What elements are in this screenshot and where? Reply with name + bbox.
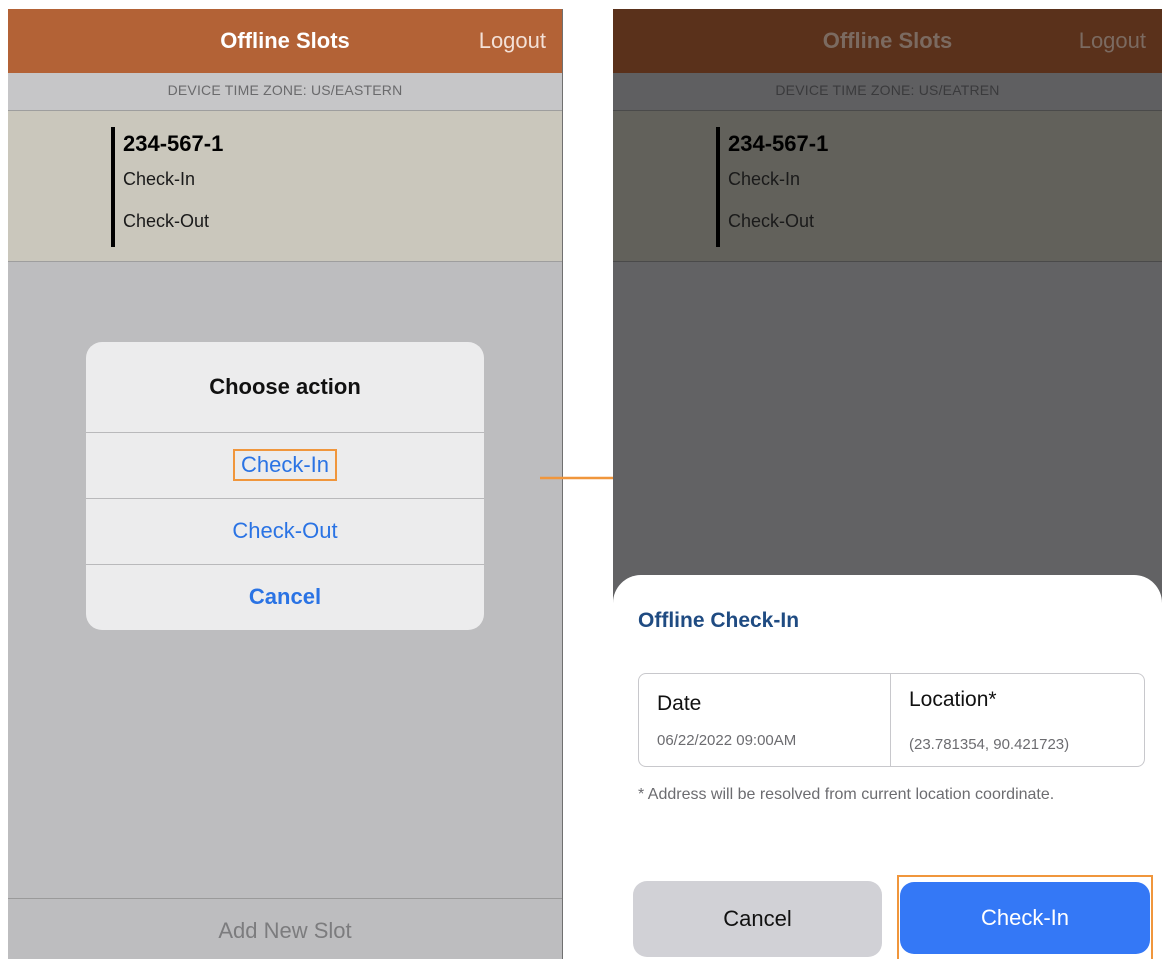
slot-item[interactable]: 234-567-1 Check-In Check-Out (8, 111, 562, 262)
check-in-option[interactable]: Check-In (86, 432, 484, 498)
add-new-slot-button[interactable]: Add New Slot (8, 898, 562, 959)
header: Offline Slots Logout (613, 9, 1162, 73)
sheet-title: Offline Check-In (638, 609, 800, 632)
location-label: Location* (909, 688, 997, 711)
check-in-sheet: Offline Check-In Date 06/22/2022 09:00AM… (613, 575, 1162, 959)
slot-indicator-bar (111, 127, 115, 247)
slot-check-in: Check-In (123, 169, 196, 189)
check-in-button[interactable]: Check-In (900, 882, 1150, 954)
logout-button[interactable]: Logout (1079, 9, 1146, 73)
location-cell: Location* (23.781354, 90.421723) (891, 674, 1144, 766)
check-out-option[interactable]: Check-Out (86, 498, 484, 564)
date-value: 06/22/2022 09:00AM (657, 732, 797, 749)
date-label: Date (657, 692, 702, 715)
cancel-option[interactable]: Cancel (86, 564, 484, 630)
slot-number: 234-567-1 (728, 131, 829, 156)
logout-button[interactable]: Logout (479, 9, 546, 73)
left-screen: Offline Slots Logout DEVICE TIME ZONE: U… (8, 9, 563, 959)
slot-check-out: Check-Out (728, 211, 815, 231)
header: Offline Slots Logout (8, 9, 562, 73)
action-dialog: Choose action Check-In Check-Out Cancel (86, 342, 484, 630)
slot-indicator-bar (716, 127, 720, 247)
date-cell: Date 06/22/2022 09:00AM (639, 674, 891, 766)
slot-item[interactable]: 234-567-1 Check-In Check-Out (613, 111, 1162, 262)
dialog-title: Choose action (209, 374, 361, 399)
timezone-bar: DEVICE TIME ZONE: US/EASTERN (8, 73, 562, 111)
location-value: (23.781354, 90.421723) (909, 736, 1070, 753)
right-screen: Offline Slots Logout DEVICE TIME ZONE: U… (613, 9, 1162, 959)
cancel-button[interactable]: Cancel (633, 881, 882, 957)
address-note: * Address will be resolved from current … (638, 786, 1055, 803)
slot-check-in: Check-In (728, 169, 801, 189)
timezone-bar: DEVICE TIME ZONE: US/EATREN (613, 73, 1162, 111)
slot-check-out: Check-Out (123, 211, 210, 231)
check-in-details-card: Date 06/22/2022 09:00AM Location* (23.78… (638, 673, 1145, 767)
slot-number: 234-567-1 (123, 131, 224, 156)
check-in-option-label: Check-In (232, 449, 338, 481)
